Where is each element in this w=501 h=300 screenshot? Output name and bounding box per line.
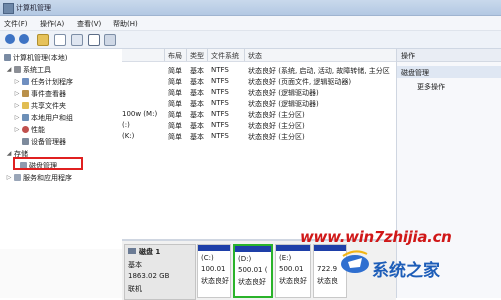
tree-item-shared-folders[interactable]: ▷ 共享文件夹 xyxy=(14,100,66,111)
tree-item-label: 事件查看器 xyxy=(31,89,66,98)
menu-file[interactable]: 文件(F) xyxy=(4,19,28,29)
tree-item-performance[interactable]: ▷ 性能 xyxy=(14,124,45,135)
actions-section[interactable]: 磁盘管理 xyxy=(397,66,501,78)
menu-action[interactable]: 操作(A) xyxy=(40,19,64,29)
window-title: 计算机管理 xyxy=(16,4,51,12)
navigation-tree: 计算机管理(本地) ◢ 系统工具 ▷ 任务计划程序 ▷ 事件查看器 ▷ 共享文件… xyxy=(0,49,123,249)
table-row[interactable]: 简单 基本 NTFS 状态良好 (页面文件, 逻辑驱动器) xyxy=(122,75,396,86)
watermark-url: www.win7zhijia.cn xyxy=(300,228,452,246)
table-row[interactable]: 简单 基本 NTFS 状态良好 (逻辑驱动器) xyxy=(122,86,396,97)
expand-icon[interactable]: ▷ xyxy=(6,174,12,181)
properties-icon[interactable] xyxy=(71,34,83,46)
actions-title: 操作 xyxy=(401,52,415,60)
disk-type: 基本 xyxy=(128,261,142,269)
column-type[interactable]: 类型 xyxy=(190,51,204,61)
disk-icon xyxy=(128,248,136,254)
disk-size: 1863.02 GB xyxy=(128,272,170,280)
performance-icon xyxy=(22,126,29,133)
toolbar xyxy=(0,31,501,49)
volume-e[interactable]: (E:) 500.01 状态良好 xyxy=(275,244,311,298)
tree-item-label: 任务计划程序 xyxy=(31,77,73,86)
menu-help[interactable]: 帮助(H) xyxy=(113,19,138,29)
table-row[interactable]: 100w (M:) 简单 基本 NTFS 状态良好 (主分区) xyxy=(122,108,396,119)
disk-state: 联机 xyxy=(128,285,142,293)
disk-name: 磁盘 1 xyxy=(139,248,161,256)
table-row[interactable]: (:) 简单 基本 NTFS 状态良好 (主分区) xyxy=(122,119,396,130)
left-pane-empty xyxy=(0,249,123,298)
console-icon[interactable] xyxy=(104,34,116,46)
watermark-brand: 系统之家 xyxy=(372,261,440,281)
tree-item-label: 设备管理器 xyxy=(31,137,66,146)
tree-root[interactable]: 计算机管理(本地) xyxy=(4,52,67,63)
help-icon[interactable] xyxy=(88,34,100,46)
tools-icon xyxy=(14,66,21,73)
column-layout[interactable]: 布局 xyxy=(168,51,182,61)
more-actions-link[interactable]: 更多操作 xyxy=(417,82,445,92)
tree-item-device-manager[interactable]: 设备管理器 xyxy=(14,136,66,147)
collapse-icon[interactable]: ◢ xyxy=(6,150,12,157)
disk-1-info[interactable]: 磁盘 1 基本 1863.02 GB 联机 xyxy=(124,244,196,300)
actions-section-label: 磁盘管理 xyxy=(401,69,429,77)
tree-services[interactable]: ▷ 服务和应用程序 xyxy=(6,172,72,183)
users-icon xyxy=(22,114,29,121)
table-row[interactable]: 简单 基本 NTFS 状态良好 (系统, 启动, 活动, 故障转储, 主分区 xyxy=(122,64,396,75)
actions-header: 操作 xyxy=(397,49,501,62)
volume-d[interactable]: (D:) 500.01 ( 状态良好 xyxy=(233,244,273,298)
table-row[interactable]: (K:) 简单 基本 NTFS 状态良好 (主分区) xyxy=(122,130,396,141)
up-folder-icon[interactable] xyxy=(37,34,49,46)
tree-services-label: 服务和应用程序 xyxy=(23,173,72,182)
volume-list: 布局 类型 文件系统 状态 简单 基本 NTFS 状态良好 (系统, 启动, 活… xyxy=(122,49,396,239)
watermark-logo-icon xyxy=(341,250,369,273)
expand-icon[interactable]: ▷ xyxy=(14,78,20,85)
shared-folder-icon xyxy=(22,102,29,109)
column-status[interactable]: 状态 xyxy=(248,51,262,61)
tree-system-tools[interactable]: ◢ 系统工具 xyxy=(6,64,51,75)
tree-item-local-users[interactable]: ▷ 本地用户和组 xyxy=(14,112,73,123)
computer-management-icon xyxy=(3,3,14,14)
device-manager-icon xyxy=(22,138,29,145)
disk-management-highlight xyxy=(13,157,83,170)
expand-icon[interactable]: ▷ xyxy=(14,90,20,97)
collapse-icon[interactable]: ◢ xyxy=(6,66,12,73)
volume-list-header: 布局 类型 文件系统 状态 xyxy=(122,49,396,62)
tree-item-label: 共享文件夹 xyxy=(31,101,66,110)
menu-view[interactable]: 查看(V) xyxy=(77,19,101,29)
expand-icon[interactable]: ▷ xyxy=(14,102,20,109)
tree-item-task-scheduler[interactable]: ▷ 任务计划程序 xyxy=(14,76,73,87)
forward-icon[interactable] xyxy=(19,34,29,44)
title-bar: 计算机管理 xyxy=(0,0,501,16)
column-filesystem[interactable]: 文件系统 xyxy=(211,51,239,61)
clock-icon xyxy=(22,78,29,85)
tree-item-event-viewer[interactable]: ▷ 事件查看器 xyxy=(14,88,66,99)
back-icon[interactable] xyxy=(5,34,15,44)
services-icon xyxy=(14,174,21,181)
table-row[interactable]: 简单 基本 NTFS 状态良好 (逻辑驱动器) xyxy=(122,97,396,108)
show-hide-tree-icon[interactable] xyxy=(54,34,66,46)
tree-item-label: 性能 xyxy=(31,125,45,134)
expand-icon[interactable]: ▷ xyxy=(14,114,20,121)
tree-system-tools-label: 系统工具 xyxy=(23,65,51,74)
menu-bar: 文件(F) 操作(A) 查看(V) 帮助(H) xyxy=(0,16,501,31)
tree-root-label: 计算机管理(本地) xyxy=(13,53,68,62)
event-viewer-icon xyxy=(22,90,29,97)
expand-icon[interactable]: ▷ xyxy=(14,126,20,133)
computer-icon xyxy=(4,54,11,61)
volume-c[interactable]: (C:) 100.01 状态良好 xyxy=(197,244,231,298)
tree-item-label: 本地用户和组 xyxy=(31,113,73,122)
